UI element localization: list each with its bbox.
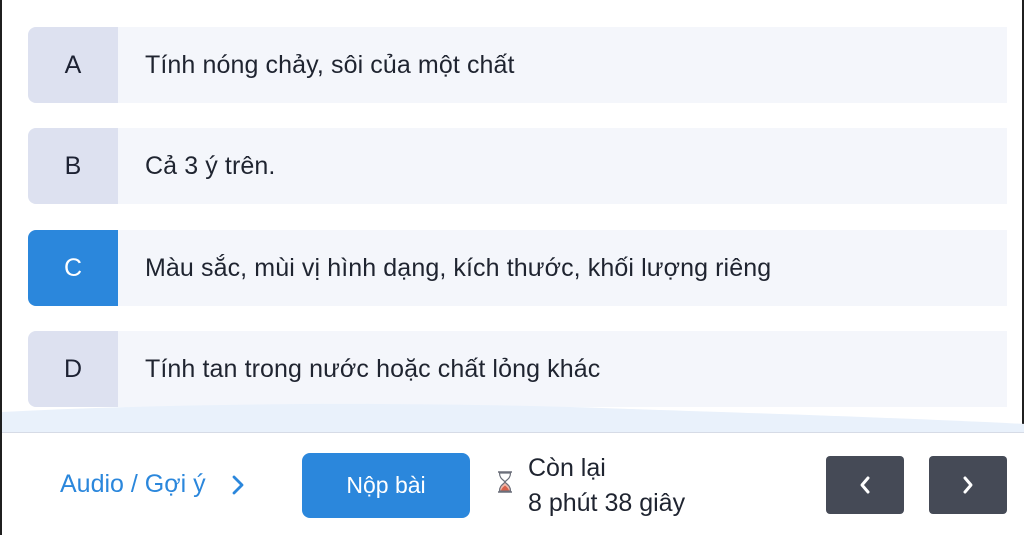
chevron-left-icon	[860, 476, 870, 494]
option-text: Tính nóng chảy, sôi của một chất	[145, 50, 515, 79]
previous-question-button[interactable]	[826, 456, 904, 514]
option-text: Màu sắc, mùi vị hình dạng, kích thước, k…	[145, 253, 772, 282]
quiz-screen: A Tính nóng chảy, sôi của một chất B Cả …	[0, 0, 1024, 535]
next-question-button[interactable]	[929, 456, 1007, 514]
option-letter: D	[28, 331, 118, 407]
option-text: Tính tan trong nước hoặc chất lỏng khác	[145, 354, 601, 383]
bottom-bar: Audio / Gợi ý Nộp bài Còn lại 8 phút 38 …	[2, 432, 1024, 535]
option-text: Cả 3 ý trên.	[145, 151, 276, 180]
timer-label: Còn lại	[528, 454, 606, 482]
timer: Còn lại 8 phút 38 giây	[496, 451, 685, 521]
option-b[interactable]: B Cả 3 ý trên.	[28, 128, 1007, 204]
option-a[interactable]: A Tính nóng chảy, sôi của một chất	[28, 27, 1007, 103]
option-letter: A	[28, 27, 118, 103]
submit-button[interactable]: Nộp bài	[302, 453, 470, 518]
hourglass-icon	[498, 471, 512, 493]
option-d[interactable]: D Tính tan trong nước hoặc chất lỏng khá…	[28, 331, 1007, 407]
timer-value: 8 phút 38 giây	[528, 489, 686, 517]
option-letter: B	[28, 128, 118, 204]
option-letter: C	[28, 230, 118, 306]
chevron-right-icon	[232, 475, 244, 494]
chevron-right-icon	[963, 476, 973, 494]
audio-hint-link[interactable]: Audio / Gợi ý	[60, 470, 246, 499]
audio-hint-label: Audio / Gợi ý	[60, 470, 206, 498]
option-c[interactable]: C Màu sắc, mùi vị hình dạng, kích thước,…	[28, 230, 1007, 306]
